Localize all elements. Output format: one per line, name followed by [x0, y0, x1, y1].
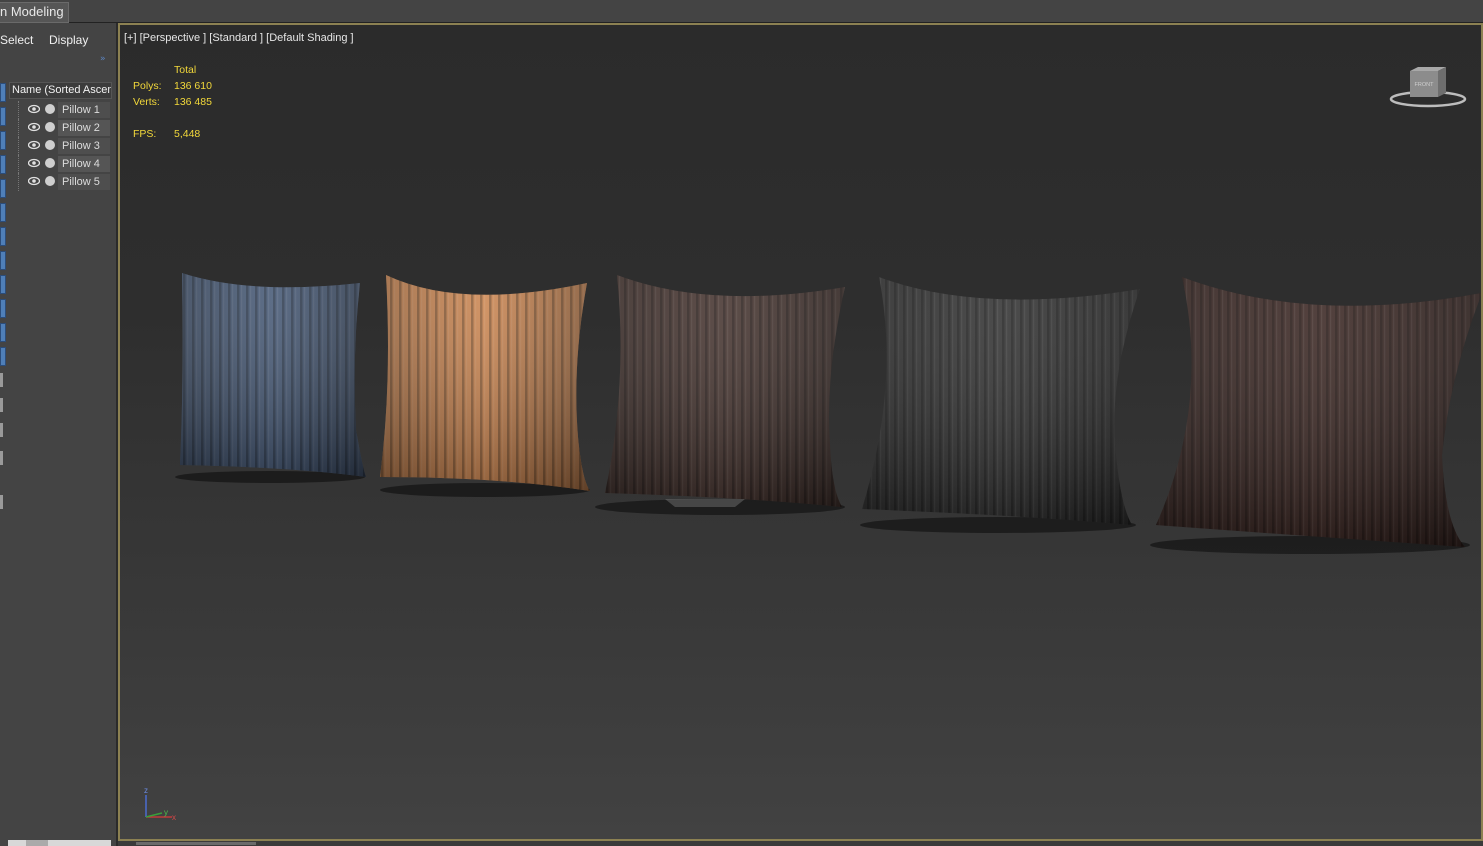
filter-bones-icon[interactable]: [0, 275, 6, 294]
filter-groups-icon[interactable]: [0, 227, 6, 246]
visibility-eye-icon[interactable]: [28, 157, 40, 169]
axis-x-label: x: [172, 813, 176, 822]
tree-line: [18, 119, 20, 137]
scroll-thumb[interactable]: [136, 842, 256, 845]
list-item[interactable]: Pillow 2: [9, 119, 112, 137]
stats-fps-label: FPS:: [133, 128, 157, 140]
tree-line: [18, 101, 20, 119]
viewcube-face-label: FRONT: [1415, 82, 1435, 88]
tree-line: [18, 155, 20, 173]
viewport-label-menu[interactable]: [+] [Perspective ] [Standard ] [Default …: [124, 32, 354, 44]
render-toggle-icon[interactable]: [45, 140, 55, 150]
filter-containers-icon[interactable]: [0, 299, 6, 318]
object-list: Pillow 1 Pillow 2 Pillow 3 Pillow 4 Pill…: [9, 101, 112, 191]
menu-select[interactable]: Select: [0, 33, 33, 47]
visibility-eye-icon[interactable]: [28, 103, 40, 115]
axis-z-label: z: [144, 786, 148, 795]
list-item[interactable]: Pillow 1: [9, 101, 112, 119]
expand-menu-icon[interactable]: »: [100, 54, 105, 64]
visibility-eye-icon[interactable]: [28, 175, 40, 187]
filter-frozen-icon[interactable]: [0, 323, 6, 342]
visibility-eye-icon[interactable]: [28, 139, 40, 151]
pillow-3-mesh[interactable]: [605, 275, 845, 507]
viewcube-icon[interactable]: FRONT: [1388, 63, 1468, 113]
filter-shapes-icon[interactable]: [0, 107, 6, 126]
stats-verts-value: 136 485: [174, 96, 212, 108]
stats-verts-label: Verts:: [133, 96, 160, 108]
list-item[interactable]: Pillow 4: [9, 155, 112, 173]
display-none-icon[interactable]: [0, 398, 3, 412]
pillow-scene: [175, 273, 1482, 554]
pillow-4-mesh[interactable]: [862, 277, 1140, 525]
footer-slider[interactable]: [26, 840, 48, 846]
pillow-2-mesh[interactable]: [380, 275, 590, 491]
render-toggle-icon[interactable]: [45, 122, 55, 132]
sync-selection-icon[interactable]: [0, 495, 3, 509]
filter-geometry-icon[interactable]: [0, 83, 6, 102]
pillow-5-mesh[interactable]: [1156, 277, 1482, 547]
ribbon-tab-modeling[interactable]: n Modeling: [0, 2, 69, 23]
filter-lights-icon[interactable]: [0, 131, 6, 150]
list-item[interactable]: Pillow 5: [9, 173, 112, 191]
tree-line: [18, 173, 20, 191]
timeline-scrollbar[interactable]: [118, 841, 1483, 846]
filter-cameras-icon[interactable]: [0, 155, 6, 174]
axis-tripod-icon: z y x: [144, 786, 176, 822]
object-name[interactable]: Pillow 1: [58, 102, 110, 118]
tree-line: [18, 137, 20, 155]
render-toggle-icon[interactable]: [45, 176, 55, 186]
object-name[interactable]: Pillow 3: [58, 138, 110, 154]
stats-total-header: Total: [174, 64, 197, 76]
object-name[interactable]: Pillow 5: [58, 174, 110, 190]
pillow-1-mesh[interactable]: [180, 273, 366, 477]
list-item[interactable]: Pillow 3: [9, 137, 112, 155]
ground-grid-marker: [665, 499, 745, 507]
object-name[interactable]: Pillow 4: [58, 156, 110, 172]
column-header-name[interactable]: Name (Sorted Ascending): [9, 82, 112, 99]
explorer-footer: [8, 840, 111, 846]
ribbon-bar: n Modeling: [0, 0, 1483, 23]
menu-display[interactable]: Display: [49, 33, 88, 47]
lock-icon[interactable]: [0, 451, 3, 465]
stats-polys-label: Polys:: [133, 80, 162, 92]
scene-explorer: Select Display » Name (Sorted Ascending)…: [0, 23, 116, 846]
stats-fps-value: 5,448: [174, 128, 201, 140]
perspective-viewport[interactable]: [+] [Perspective ] [Standard ] [Default …: [118, 23, 1483, 841]
display-all-icon[interactable]: [0, 373, 3, 387]
axis-y-label: y: [164, 808, 168, 817]
stats-polys-value: 136 610: [174, 80, 212, 92]
visibility-eye-icon[interactable]: [28, 121, 40, 133]
filter-hidden-icon[interactable]: [0, 347, 6, 366]
render-toggle-icon[interactable]: [45, 104, 55, 114]
filter-xrefs-icon[interactable]: [0, 251, 6, 270]
render-toggle-icon[interactable]: [45, 158, 55, 168]
invert-display-icon[interactable]: [0, 423, 3, 437]
object-name[interactable]: Pillow 2: [58, 120, 110, 136]
explorer-toolbar-strip: [0, 83, 7, 543]
filter-helpers-icon[interactable]: [0, 179, 6, 198]
filter-spacewarps-icon[interactable]: [0, 203, 6, 222]
